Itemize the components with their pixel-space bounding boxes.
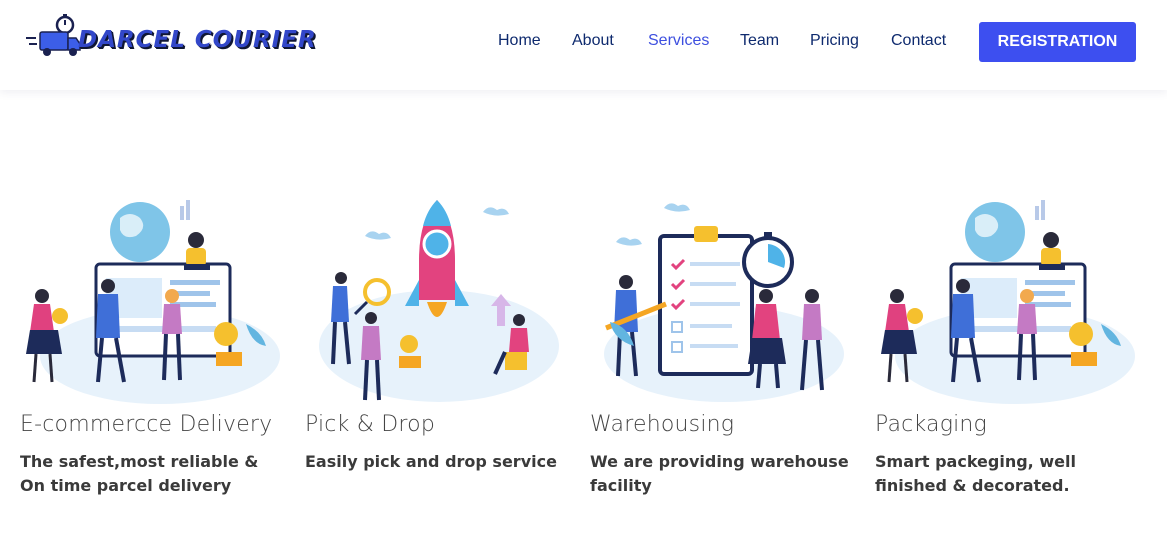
registration-button[interactable]: REGISTRATION xyxy=(979,22,1136,62)
service-title: Pick & Drop xyxy=(305,412,435,437)
ecommerce-team-illustration xyxy=(881,200,1135,404)
checklist-stopwatch-illustration xyxy=(604,203,844,402)
nav-pricing[interactable]: Pricing xyxy=(810,32,859,50)
service-title: Packaging xyxy=(875,412,987,437)
service-description: Easily pick and drop service xyxy=(305,452,557,471)
service-description: We are providing warehouse facility xyxy=(590,452,849,495)
nav-home[interactable]: Home xyxy=(498,32,541,50)
service-title: Warehousing xyxy=(590,412,735,437)
service-title: E-commercce Delivery xyxy=(20,412,273,437)
rocket-launch-illustration xyxy=(319,200,559,402)
service-description: Smart packeging, well finished & decorat… xyxy=(875,452,1076,495)
service-description: The safest,most reliable & On time parce… xyxy=(20,452,259,495)
nav-team[interactable]: Team xyxy=(740,32,779,50)
nav-contact[interactable]: Contact xyxy=(891,32,946,50)
navbar: DARCEL COURIER Home About Services Team … xyxy=(0,0,1167,90)
ecommerce-team-illustration xyxy=(26,200,280,404)
nav-services[interactable]: Services xyxy=(648,32,709,50)
nav-about[interactable]: About xyxy=(572,32,614,50)
